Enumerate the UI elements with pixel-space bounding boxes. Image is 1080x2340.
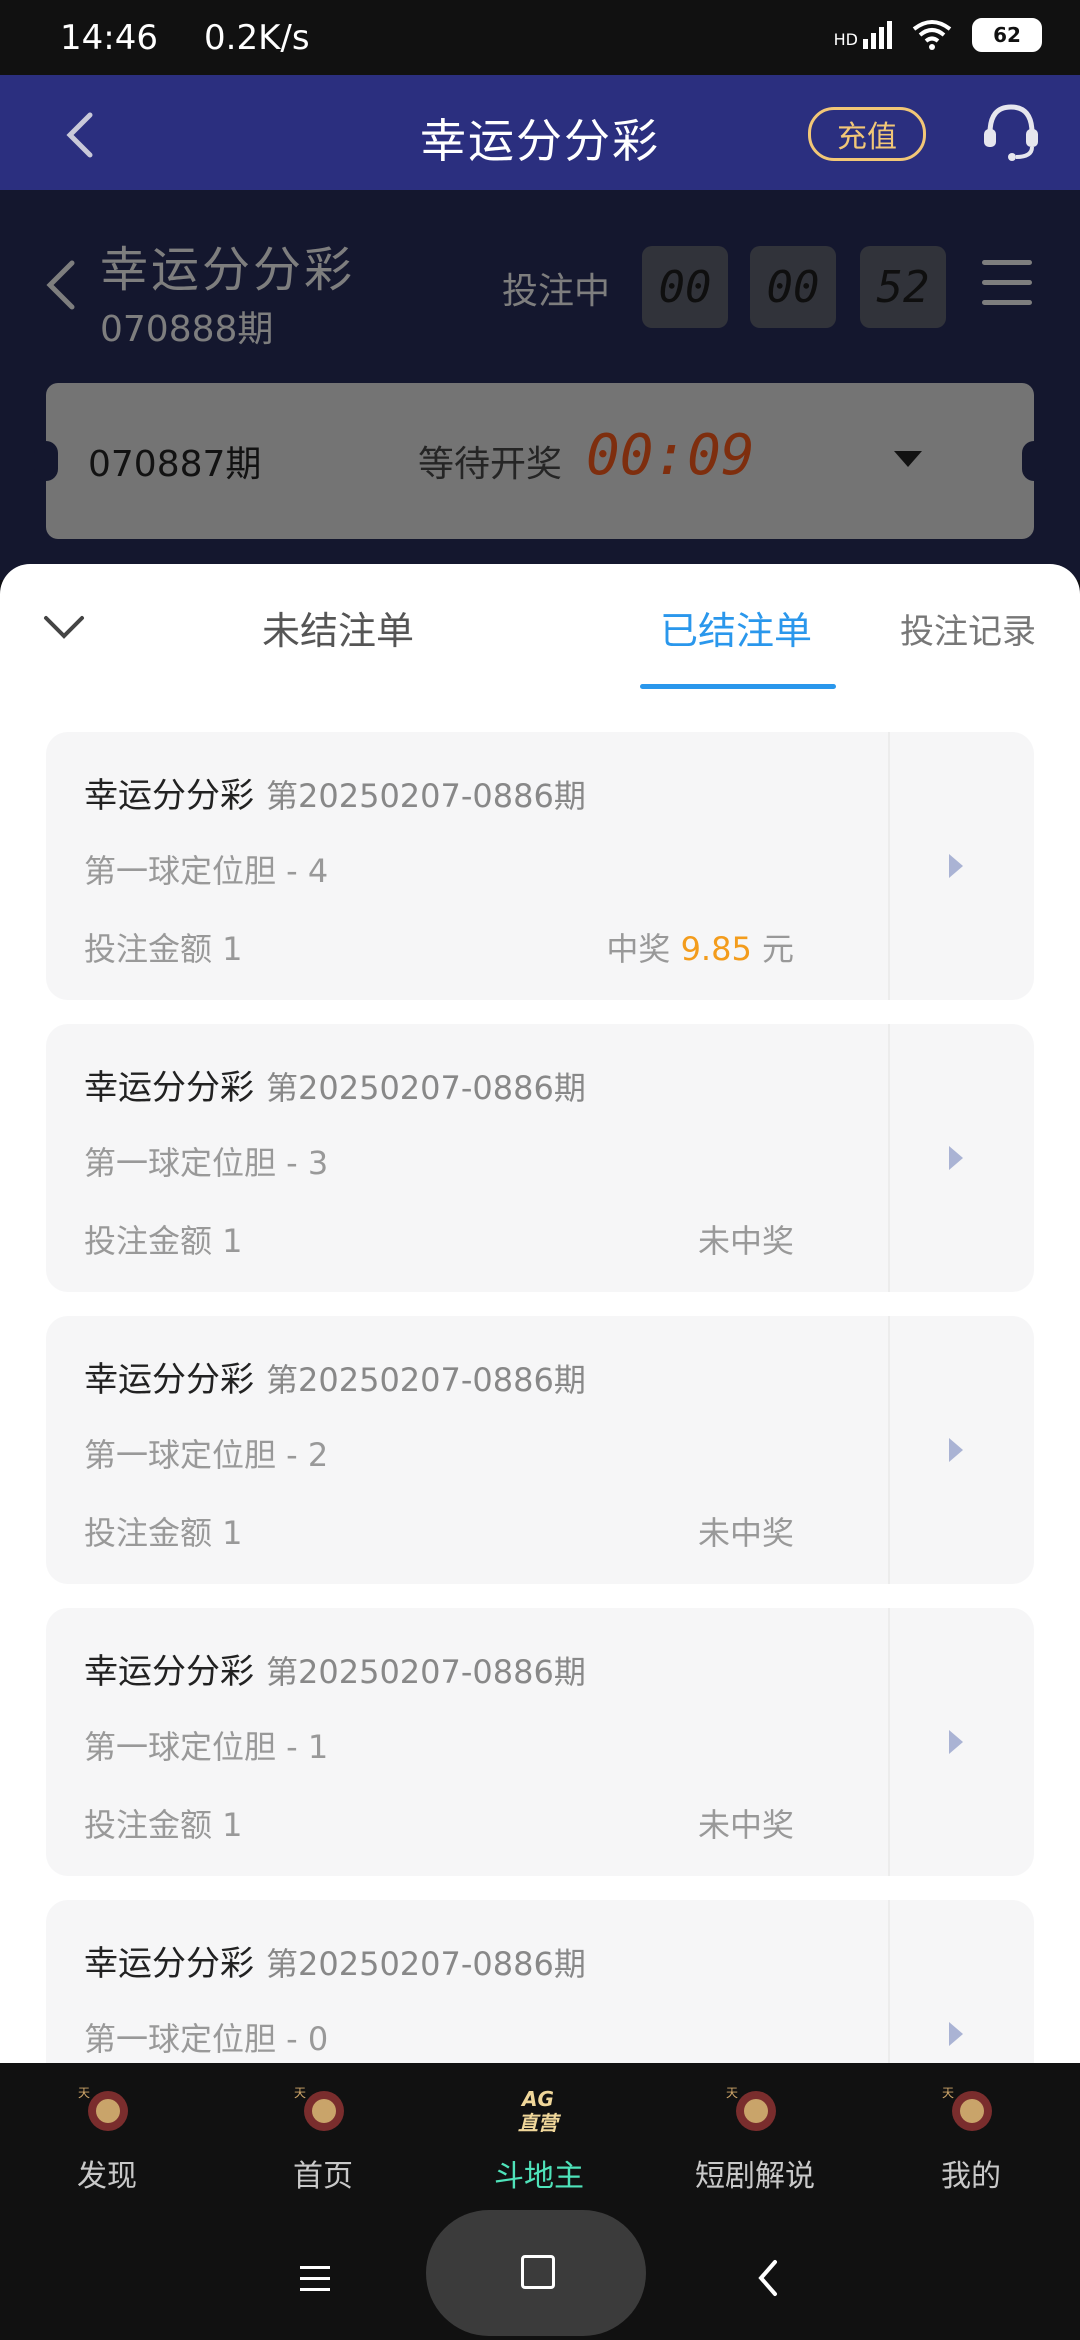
game-header: 幸运分分彩 070888期 投注中 00 00 52 070887期 等待开奖 … (0, 190, 1080, 580)
ag-badge-text: AG 直营 (518, 2087, 558, 2135)
top-nav-bar: 幸运分分彩 充值 (0, 75, 1080, 190)
bet-game-title: 幸运分分彩 第20250207-0886期 (84, 1936, 586, 1985)
bet-period: 第20250207-0886期 (266, 1653, 586, 1691)
bet-period: 第20250207-0886期 (266, 1945, 586, 1983)
bet-record-card[interactable]: 幸运分分彩 第20250207-0886期 第一球定位胆 - 1 投注金额 1 未… (46, 1608, 1034, 1876)
tabbar-label: 斗地主 (494, 2159, 584, 2194)
home-icon: 天 (294, 2086, 344, 2131)
bet-position: 第一球定位胆 - 1 (84, 1728, 329, 1766)
home-button[interactable] (426, 2210, 646, 2336)
svg-text:天: 天 (294, 2086, 306, 2100)
tab-settled[interactable]: 已结注单 (660, 600, 812, 655)
signal-icon: HD (834, 21, 892, 49)
card-divider (888, 1900, 890, 2064)
win-amount: 9.85 (680, 930, 752, 968)
ag-live-icon: AG 直营 (506, 2081, 570, 2141)
tabbar-label: 我的 (941, 2159, 1001, 2194)
bet-game-name: 幸运分分彩 (84, 1944, 254, 1984)
discover-icon: 天 (78, 2086, 128, 2131)
bet-period: 第20250207-0886期 (266, 777, 586, 815)
bet-records-sheet: 未结注单 已结注单 投注记录 幸运分分彩 第20250207-0886期 第一球定… (0, 564, 1080, 2064)
svg-text:天: 天 (942, 2086, 954, 2100)
wifi-icon (912, 20, 952, 50)
bet-record-card[interactable]: 幸运分分彩 第20250207-0886期 第一球定位胆 - 2 投注金额 1 未… (46, 1316, 1034, 1584)
tabbar-label: 首页 (293, 2159, 353, 2194)
tab-unsettled[interactable]: 未结注单 (262, 600, 414, 655)
home-square-icon (521, 2255, 555, 2289)
chevron-right-icon[interactable] (949, 854, 963, 878)
status-time: 14:46 (60, 18, 158, 58)
svg-text:天: 天 (726, 2086, 738, 2100)
tabbar-item-home[interactable]: 天 首页 (248, 2063, 398, 2210)
status-icons: HD 62 (834, 18, 1042, 52)
profile-icon: 天 (942, 2086, 992, 2131)
modal-overlay[interactable] (0, 190, 1080, 580)
status-bar: 14:46 0.2K/s HD 62 (0, 0, 1080, 75)
tabbar-label: 短剧解说 (695, 2159, 815, 2194)
win-label: 中奖 (606, 930, 671, 968)
chevron-right-icon[interactable] (949, 1438, 963, 1462)
win-unit: 元 (761, 930, 794, 968)
active-tab-indicator (640, 684, 836, 689)
bet-game-name: 幸运分分彩 (84, 1360, 254, 1400)
bet-game-title: 幸运分分彩 第20250207-0886期 (84, 768, 586, 817)
recharge-button[interactable]: 充值 (808, 107, 926, 161)
card-divider (888, 1316, 890, 1584)
bet-game-name: 幸运分分彩 (84, 776, 254, 816)
tabbar-label: 发现 (77, 2159, 137, 2194)
battery-level: 62 (993, 23, 1021, 47)
status-net-speed: 0.2K/s (204, 18, 310, 58)
card-divider (888, 1024, 890, 1292)
recent-apps-icon[interactable] (300, 2266, 330, 2299)
svg-text:天: 天 (78, 2086, 90, 2100)
bet-position: 第一球定位胆 - 2 (84, 1436, 329, 1474)
bet-period: 第20250207-0886期 (266, 1069, 586, 1107)
chevron-right-icon[interactable] (949, 1146, 963, 1170)
bet-result: 中奖 9.85 元 (606, 924, 794, 970)
bet-record-card[interactable]: 幸运分分彩 第20250207-0886期 第一球定位胆 - 4 投注金额 1 中… (46, 732, 1034, 1000)
bet-game-title: 幸运分分彩 第20250207-0886期 (84, 1060, 586, 1109)
collapse-chevron-icon[interactable] (42, 612, 86, 642)
bet-position: 第一球定位胆 - 0 (84, 2020, 329, 2058)
chevron-right-icon[interactable] (949, 2022, 963, 2046)
tabbar-item-drama[interactable]: 天 短剧解说 (680, 2063, 830, 2210)
bet-game-title: 幸运分分彩 第20250207-0886期 (84, 1352, 586, 1401)
bet-game-title: 幸运分分彩 第20250207-0886期 (84, 1644, 586, 1693)
bet-game-name: 幸运分分彩 (84, 1652, 254, 1692)
bet-record-card[interactable]: 幸运分分彩 第20250207-0886期 第一球定位胆 - 3 投注金额 1 未… (46, 1024, 1034, 1292)
signal-label: HD (833, 30, 858, 49)
bet-amount: 投注金额 1 (84, 930, 243, 968)
chevron-right-icon[interactable] (949, 1730, 963, 1754)
bet-result: 未中奖 (697, 1806, 794, 1844)
bet-position: 第一球定位胆 - 3 (84, 1144, 329, 1182)
bottom-tab-bar: 天 发现 天 首页 AG 直营 斗地主 天 短剧解说 天 我的 (0, 2063, 1080, 2210)
tab-bet-history[interactable]: 投注记录 (900, 604, 1036, 653)
system-back-icon[interactable] (755, 2258, 781, 2298)
bet-amount: 投注金额 1 (84, 1806, 243, 1844)
battery-icon: 62 (972, 18, 1042, 52)
bet-position: 第一球定位胆 - 4 (84, 852, 329, 890)
card-divider (888, 732, 890, 1000)
customer-service-icon[interactable] (978, 99, 1044, 165)
card-divider (888, 1608, 890, 1876)
bet-result: 未中奖 (697, 1222, 794, 1260)
drama-icon: 天 (726, 2086, 776, 2131)
tabbar-item-discover[interactable]: 天 发现 (32, 2063, 182, 2210)
bet-game-name: 幸运分分彩 (84, 1068, 254, 1108)
bet-amount: 投注金额 1 (84, 1514, 243, 1552)
tabbar-item-profile[interactable]: 天 我的 (896, 2063, 1046, 2210)
system-nav-bar (0, 2210, 1080, 2340)
bet-amount: 投注金额 1 (84, 1222, 243, 1260)
bet-period: 第20250207-0886期 (266, 1361, 586, 1399)
bet-record-card[interactable]: 幸运分分彩 第20250207-0886期 第一球定位胆 - 0 (46, 1900, 1034, 2064)
tabbar-item-doudizhu[interactable]: AG 直营 斗地主 (464, 2063, 614, 2210)
bet-result: 未中奖 (697, 1514, 794, 1552)
